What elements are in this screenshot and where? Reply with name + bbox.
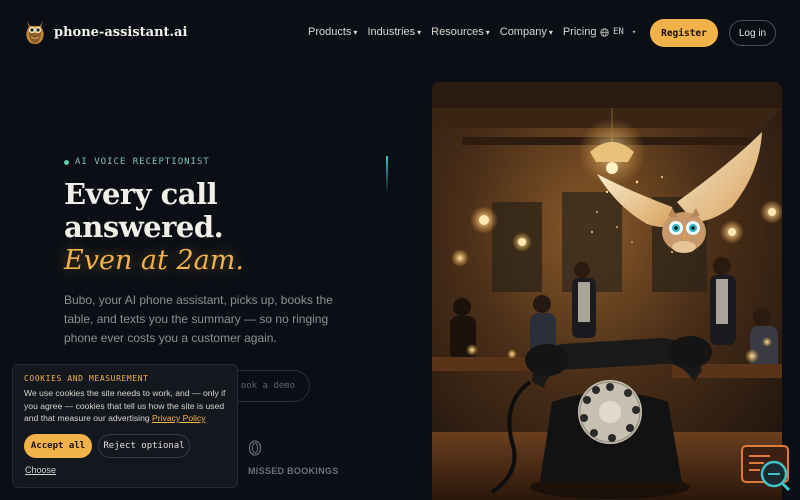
site-header: phone-assistant.ai Products ▾ Industries… — [0, 0, 800, 64]
cookie-banner: COOKIES AND MEASUREMENT We use cookies t… — [12, 364, 238, 488]
globe-icon — [600, 27, 609, 37]
nav-item-label: Resources — [431, 26, 484, 38]
restaurant-phone-owl-illustration — [432, 82, 782, 500]
accept-all-button[interactable]: Accept all — [24, 434, 92, 458]
chevron-down-icon: ▾ — [548, 27, 553, 37]
privacy-policy-link[interactable]: Privacy Policy — [152, 413, 205, 423]
stat-label: MISSED BOOKINGS — [248, 466, 339, 476]
main-nav: Products ▾ Industries ▾ Resources ▾ Comp… — [308, 26, 596, 38]
language-selector[interactable]: EN ▾ — [600, 27, 636, 37]
cookie-title: COOKIES AND MEASUREMENT — [24, 374, 149, 383]
chat-search-icon — [741, 445, 791, 492]
headline-line-2: answered. — [64, 210, 224, 244]
nav-item-label: Pricing — [562, 26, 597, 38]
nav-item-label: Company — [499, 26, 547, 38]
nav-item-label: Products — [308, 26, 352, 38]
nav-item-resources[interactable]: Resources ▾ — [431, 26, 490, 38]
cookie-text: We use cookies the site needs to work, a… — [24, 387, 226, 425]
register-button[interactable]: Register — [650, 19, 718, 47]
reject-optional-button[interactable]: Reject optional — [98, 434, 190, 458]
hero-headline: Every call answered. — [64, 177, 224, 244]
chat-widget[interactable] — [740, 444, 792, 494]
coin-icon — [248, 440, 262, 456]
hero-subcopy: Bubo, your AI phone assistant, picks up,… — [64, 293, 333, 345]
brand-name: phone-assistant.ai — [54, 24, 188, 40]
login-button[interactable]: Log in — [729, 20, 776, 46]
nav-item-products[interactable]: Products ▾ — [308, 26, 357, 38]
status-dot-icon — [64, 159, 69, 165]
chevron-down-icon: ▾ — [353, 27, 358, 37]
brand-logo[interactable]: phone-assistant.ai — [24, 18, 187, 46]
nav-item-label: Industries — [367, 26, 416, 38]
nav-item-company[interactable]: Company ▾ — [500, 26, 553, 38]
hero-eyebrow: AI VOICE RECEPTIONIST — [64, 157, 210, 167]
owl-logo-icon — [26, 21, 44, 44]
nav-item-industries[interactable]: Industries ▾ — [367, 26, 421, 38]
choose-cookies-link[interactable]: Choose — [25, 465, 56, 475]
chevron-down-icon: ▾ — [485, 27, 490, 37]
nav-item-pricing[interactable]: Pricing — [563, 26, 597, 38]
chevron-down-icon: ▾ — [417, 27, 422, 37]
stat-missed-bookings: MISSED BOOKINGS — [248, 440, 339, 476]
chevron-down-icon: ▾ — [631, 28, 637, 36]
hero-image — [432, 82, 782, 500]
language-code: EN — [613, 27, 624, 37]
hero-headline-accent: Even at 2am. — [64, 245, 244, 276]
headline-line-1: Every call — [64, 177, 218, 211]
eyebrow-text: AI VOICE RECEPTIONIST — [75, 157, 210, 167]
decorative-line — [386, 156, 388, 194]
